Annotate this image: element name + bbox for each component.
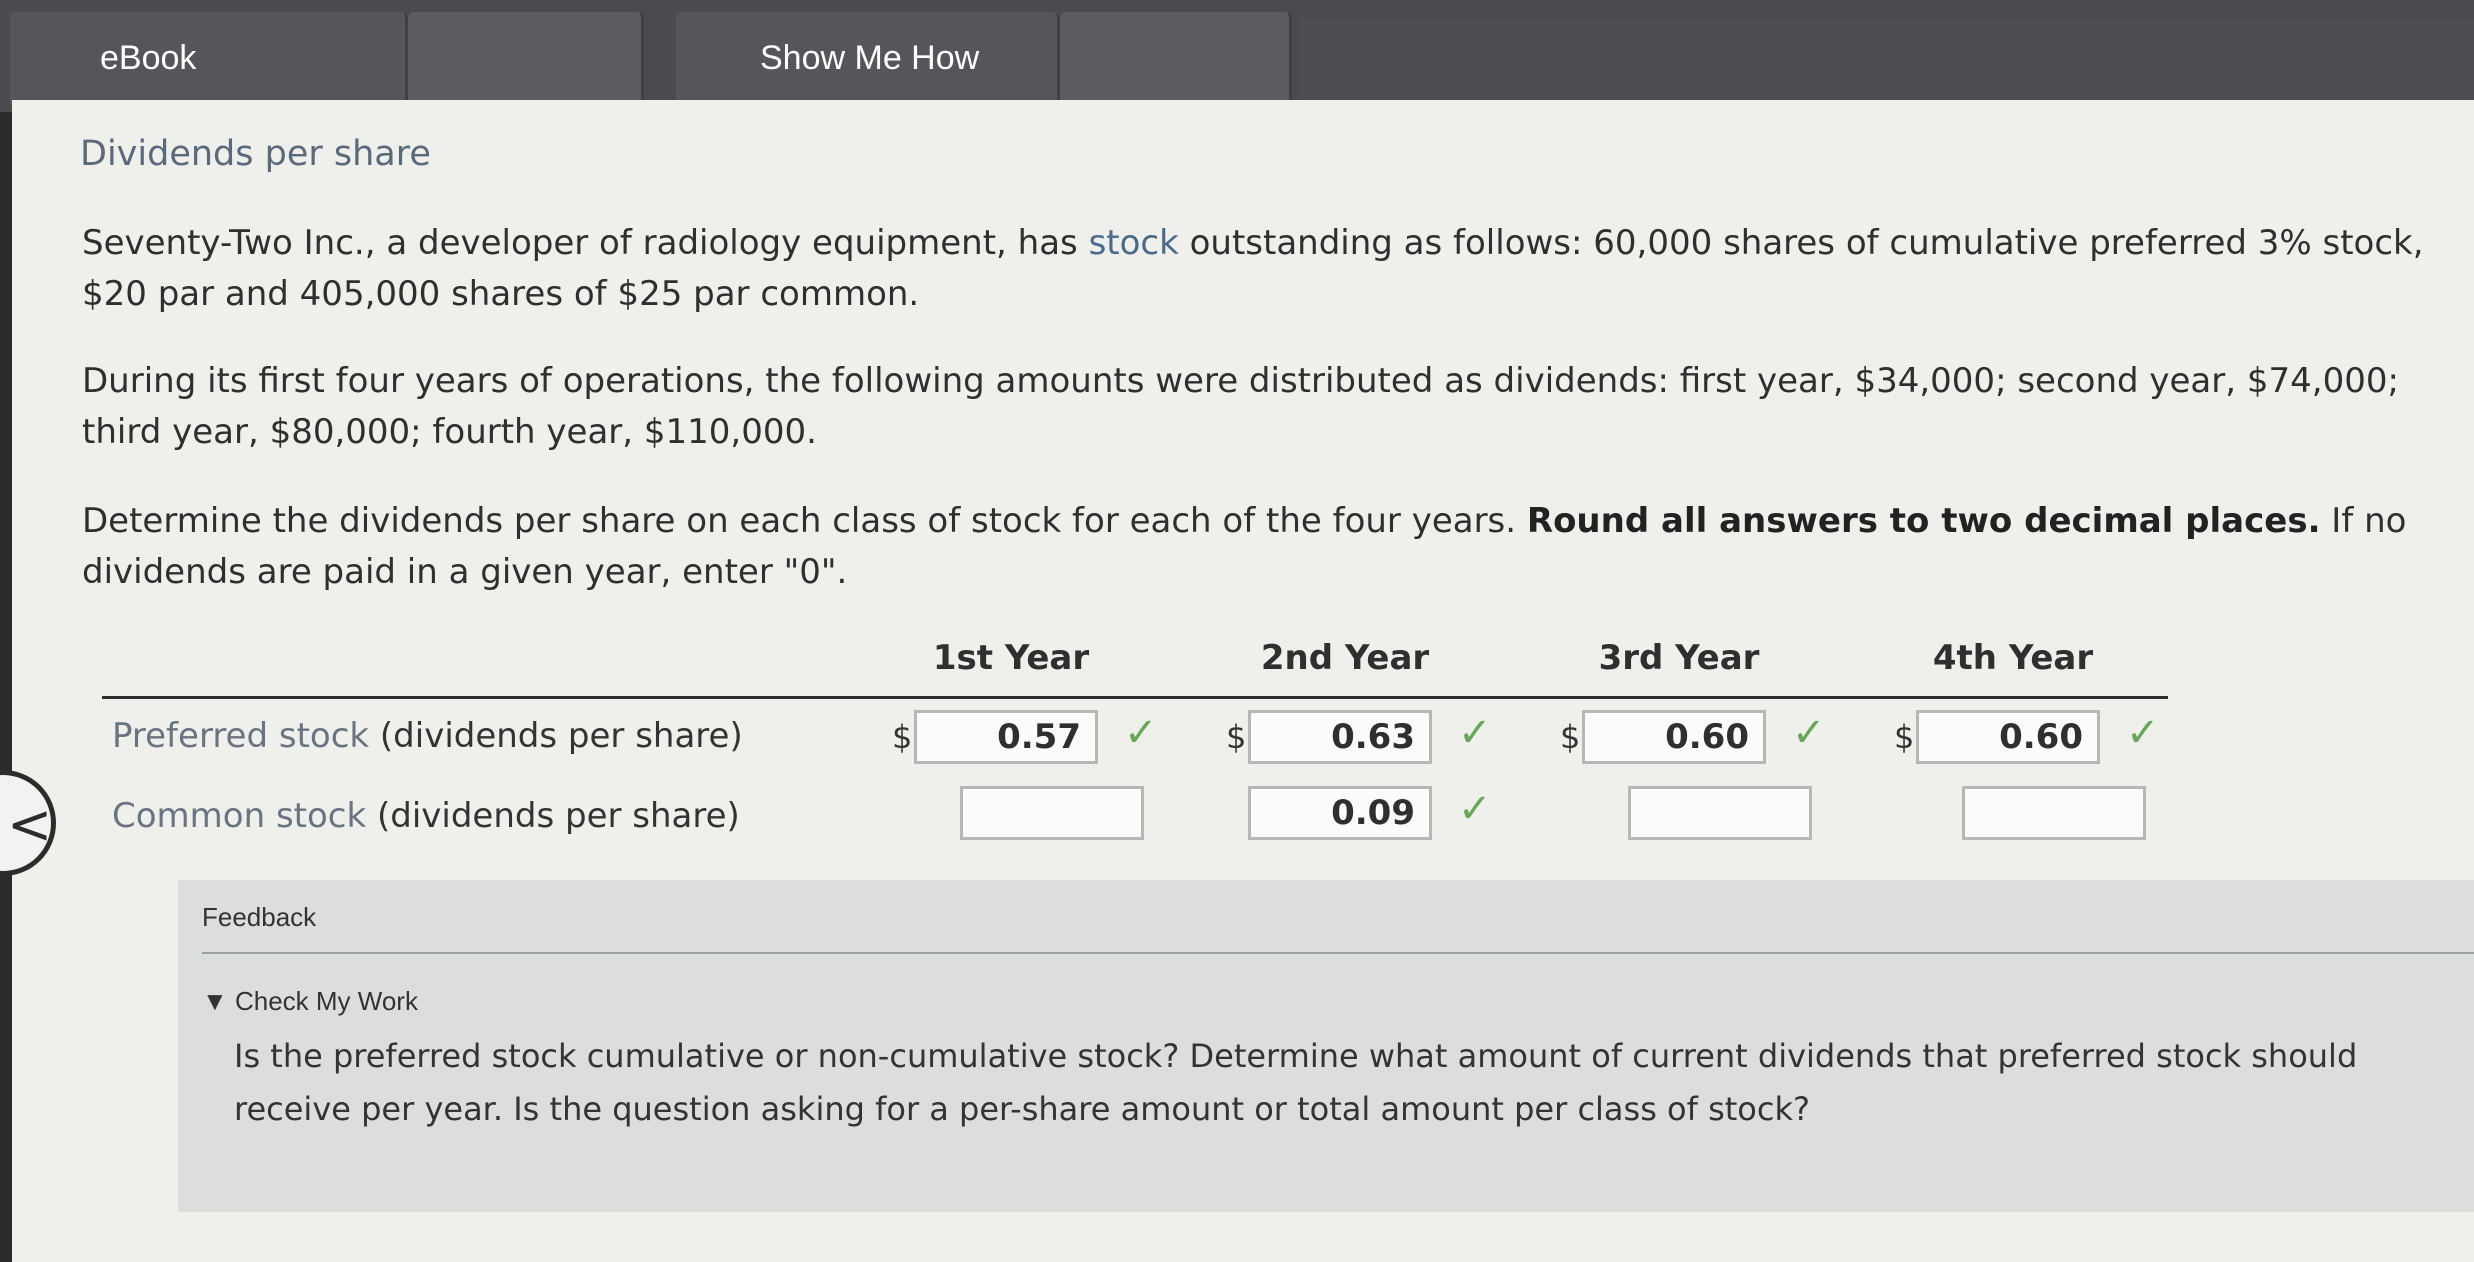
header-year-3: 3rd Year [1598, 638, 1760, 678]
check-my-work-label: Check My Work [234, 986, 418, 1016]
show-me-how-button[interactable]: Show Me How [676, 12, 1060, 104]
feedback-panel: Feedback ▼ Check My Work Is the preferre… [178, 880, 2474, 1212]
window-left-edge [0, 0, 12, 1262]
stock-link[interactable]: stock [1089, 223, 1179, 263]
preferred-year4-input[interactable]: 0.60 [1916, 710, 2100, 764]
p3-text-before: Determine the dividends per share on eac… [82, 501, 1527, 541]
toolbar-empty-area [1300, 18, 2474, 110]
header-year-1: 1st Year [932, 638, 1090, 678]
preferred-year1-input[interactable]: 0.57 [914, 710, 1098, 764]
dollar-sign: $ [1560, 718, 1581, 756]
triangle-down-icon: ▼ [202, 986, 228, 1016]
feedback-hint-text: Is the preferred stock cumulative or non… [234, 1037, 2358, 1128]
common-stock-term: Common stock [112, 796, 367, 836]
header-year-2: 2nd Year [1260, 638, 1430, 678]
problem-paragraph-2: During its first four years of operation… [82, 361, 2399, 452]
check-icon: ✓ [1792, 710, 1826, 756]
common-year1-input[interactable] [960, 786, 1144, 840]
main-panel: Dividends per share Seventy-Two Inc., a … [12, 100, 2474, 1262]
ebook-label: eBook [100, 38, 197, 77]
chevron-left-icon: < [7, 793, 53, 856]
preferred-year3-input[interactable]: 0.60 [1582, 710, 1766, 764]
problem-paragraph-1: Seventy-Two Inc., a developer of radiolo… [82, 218, 2462, 320]
preferred-year2-input[interactable]: 0.63 [1248, 710, 1432, 764]
preferred-stock-term: Preferred stock [112, 716, 370, 756]
show-me-how-label: Show Me How [760, 38, 980, 77]
row-label-common: Common stock (dividends per share) [112, 796, 740, 836]
preferred-stock-suffix: (dividends per share) [369, 716, 743, 756]
check-icon: ✓ [1458, 786, 1492, 832]
header-year-4: 4th Year [1932, 638, 2094, 678]
feedback-divider [202, 952, 2474, 954]
toolbar-blank-button[interactable] [408, 12, 644, 104]
check-my-work-toggle[interactable]: ▼ Check My Work [202, 986, 418, 1017]
p3-bold-instruction: Round all answers to two decimal places. [1526, 501, 2321, 541]
section-title: Dividends per share [80, 134, 431, 174]
ebook-button[interactable]: eBook [10, 12, 408, 104]
common-year3-input[interactable] [1628, 786, 1812, 840]
dollar-sign: $ [1226, 718, 1247, 756]
check-icon: ✓ [1458, 710, 1492, 756]
dollar-sign: $ [892, 718, 913, 756]
problem-paragraph-3: Determine the dividends per share on eac… [82, 496, 2462, 598]
common-year4-input[interactable] [1962, 786, 2146, 840]
check-icon: ✓ [1124, 710, 1158, 756]
top-toolbar: eBook Show Me How [0, 0, 2474, 112]
p1-text-before: Seventy-Two Inc., a developer of radiolo… [82, 223, 1089, 263]
feedback-title: Feedback [202, 902, 317, 932]
row-label-preferred: Preferred stock (dividends per share) [112, 716, 743, 756]
table-header-rule [102, 696, 2168, 699]
check-icon: ✓ [2126, 710, 2160, 756]
toolbar-blank-button-2[interactable] [1060, 12, 1292, 104]
dollar-sign: $ [1894, 718, 1915, 756]
common-year2-input[interactable]: 0.09 [1248, 786, 1432, 840]
common-stock-suffix: (dividends per share) [366, 796, 740, 836]
